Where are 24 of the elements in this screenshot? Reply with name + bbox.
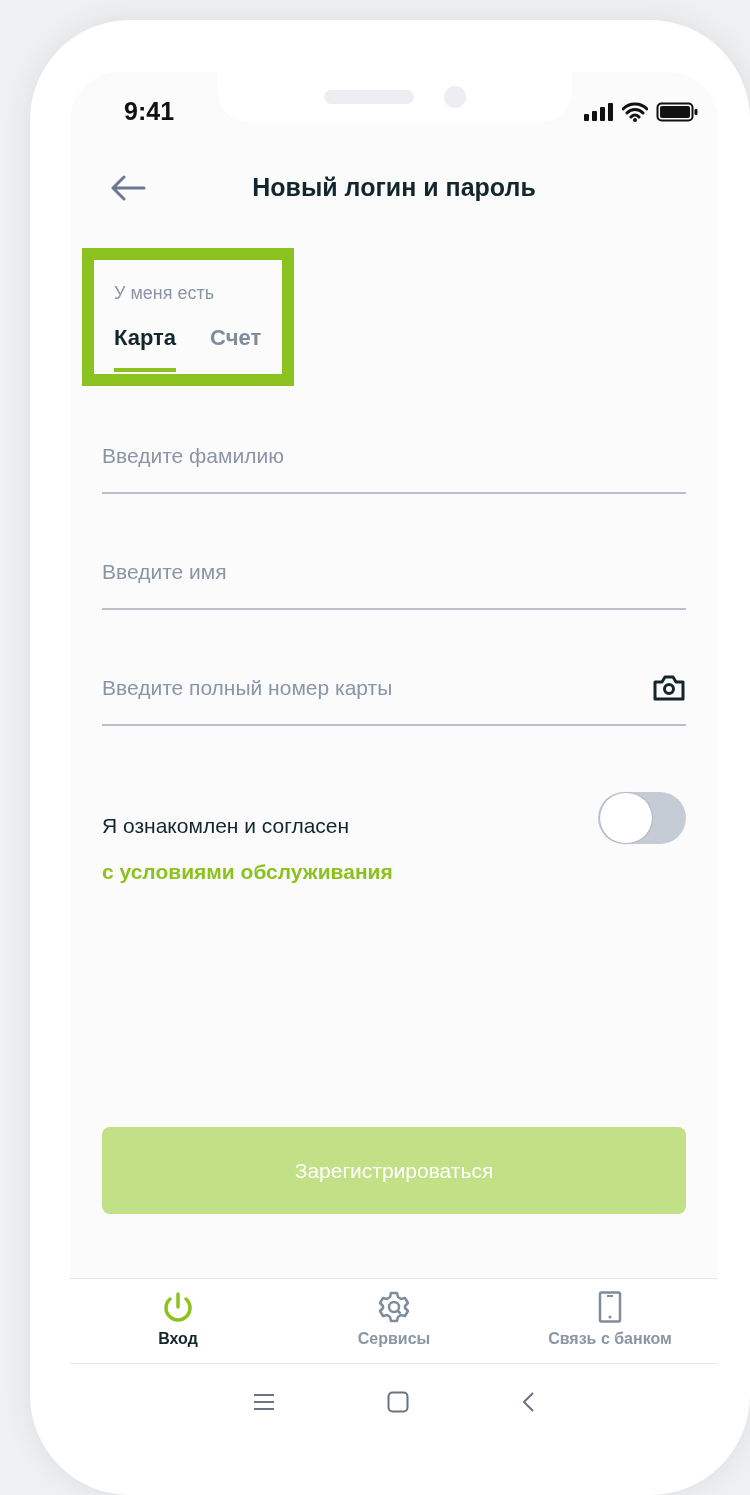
page-title: Новый логин и пароль <box>252 172 536 204</box>
tab[interactable]: Счет <box>210 321 262 372</box>
input-field[interactable]: Введите имя <box>102 555 686 588</box>
input-field[interactable]: Введите фамилию <box>102 439 686 472</box>
input-field[interactable]: Введите полный номер карты <box>102 671 652 704</box>
terms-link[interactable]: с условиями обслуживания <box>102 855 393 887</box>
agreement-toggle[interactable] <box>598 792 686 844</box>
nav-tab[interactable]: Связь с банком <box>502 1279 718 1363</box>
nav-tab[interactable]: Сервисы <box>286 1279 502 1363</box>
status-time: 9:41 <box>124 96 175 128</box>
home-square-icon[interactable] <box>387 1391 409 1413</box>
camera-icon[interactable] <box>652 673 686 702</box>
menu-icon[interactable] <box>253 1393 275 1411</box>
battery-icon <box>656 102 698 122</box>
back-arrow-icon[interactable] <box>110 175 146 201</box>
wifi-icon <box>622 102 648 122</box>
back-chevron-icon[interactable] <box>521 1391 535 1413</box>
gear-icon <box>378 1291 410 1323</box>
power-icon <box>162 1291 194 1323</box>
section-label: У меня есть <box>114 282 216 305</box>
agreement-text: Я ознакомлен и согласен <box>102 813 351 839</box>
signal-icon <box>584 103 614 121</box>
tab[interactable]: Карта <box>114 321 177 372</box>
nav-tab[interactable]: Вход <box>70 1279 286 1363</box>
